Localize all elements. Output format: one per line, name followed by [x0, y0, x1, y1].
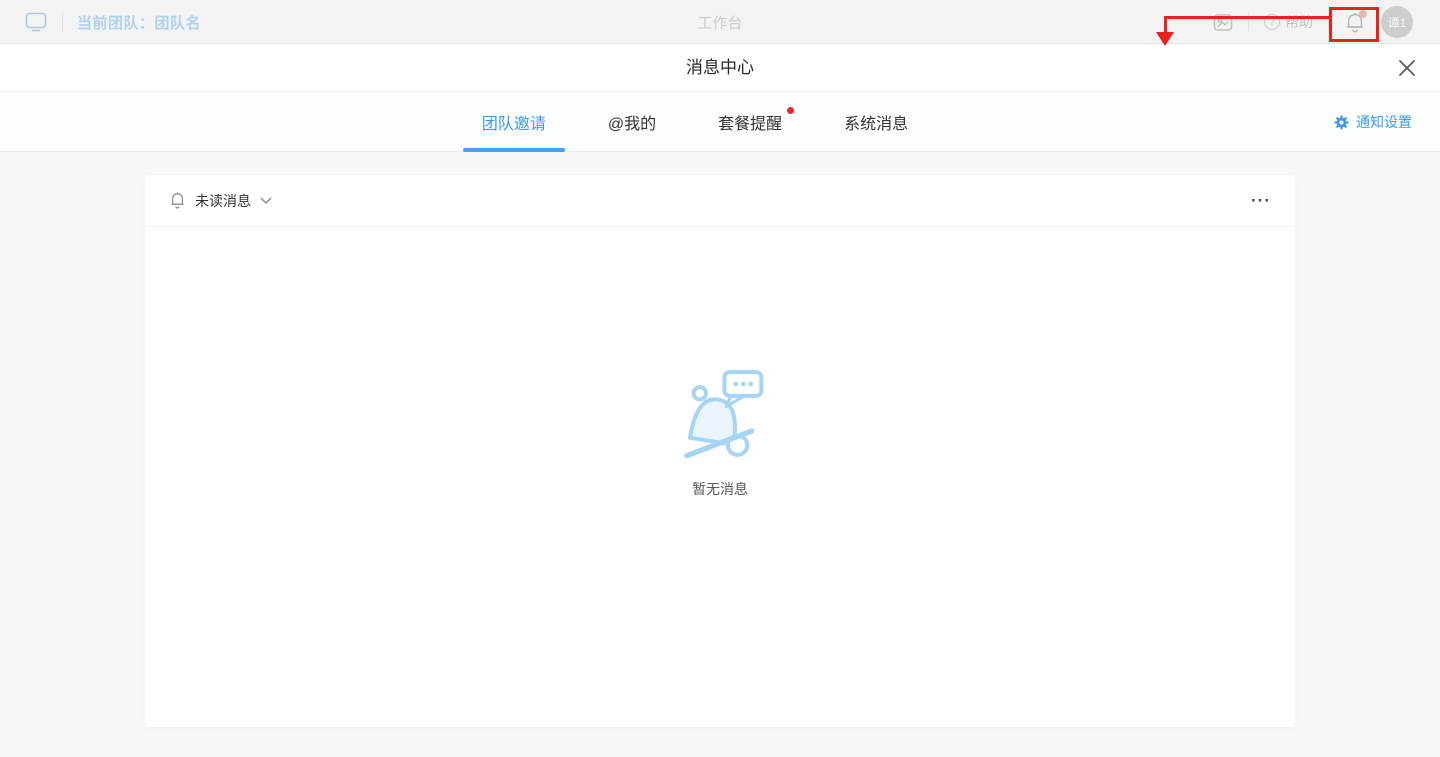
bell-with-speech-bubble-illustration	[676, 369, 764, 465]
tab-label: 系统消息	[844, 110, 908, 134]
chevron-down-icon	[260, 197, 272, 205]
notification-settings-label: 通知设置	[1356, 112, 1412, 132]
dialog-titlebar: 消息中心	[0, 44, 1440, 92]
bell-icon	[169, 191, 186, 210]
help-button[interactable]: 帮助	[1264, 12, 1313, 32]
empty-state: 暂无消息	[145, 227, 1295, 499]
tab-plan-reminders[interactable]: 套餐提醒	[699, 92, 801, 152]
tab-system-messages[interactable]: 系统消息	[825, 92, 927, 152]
tab-bar: 团队邀请 @我的 套餐提醒 系统消息	[0, 92, 1440, 152]
messages-card: 未读消息 ···	[145, 175, 1295, 727]
more-menu-button[interactable]: ···	[1251, 196, 1271, 206]
notification-settings-button[interactable]: 通知设置	[1333, 92, 1412, 152]
annotation-arrowhead	[1156, 32, 1174, 46]
annotation-line-horizontal	[1165, 16, 1329, 19]
tab-team-invites[interactable]: 团队邀请	[463, 92, 565, 152]
tab-mentions[interactable]: @我的	[589, 92, 675, 152]
dialog-body: 未读消息 ···	[0, 152, 1440, 757]
help-label: 帮助	[1285, 12, 1313, 32]
close-button[interactable]	[1396, 57, 1418, 79]
annotation-rectangle	[1329, 7, 1379, 42]
dialog-title: 消息中心	[0, 44, 1440, 92]
card-header: 未读消息 ···	[145, 175, 1295, 227]
tab-label: 套餐提醒	[718, 110, 782, 134]
card-body: 暂无消息	[145, 227, 1295, 727]
avatar[interactable]: 谭1	[1381, 6, 1413, 38]
empty-state-text: 暂无消息	[692, 479, 748, 499]
tab-label: @我的	[608, 110, 656, 134]
annotation-line-vertical	[1164, 16, 1167, 33]
gear-icon	[1333, 114, 1350, 131]
topbar: 当前团队：团队名 工作台 帮助	[0, 0, 1440, 44]
screen: 当前团队：团队名 工作台 帮助	[0, 0, 1440, 757]
tabs: 团队邀请 @我的 套餐提醒 系统消息	[0, 92, 1440, 152]
message-center-dialog: 消息中心 团队邀请 @我的 套餐提醒 系统消息	[0, 44, 1440, 757]
filter-label: 未读消息	[195, 191, 251, 211]
tab-label: 团队邀请	[482, 110, 546, 134]
unread-filter-dropdown[interactable]: 未读消息	[169, 191, 272, 211]
red-dot-badge	[787, 107, 794, 114]
